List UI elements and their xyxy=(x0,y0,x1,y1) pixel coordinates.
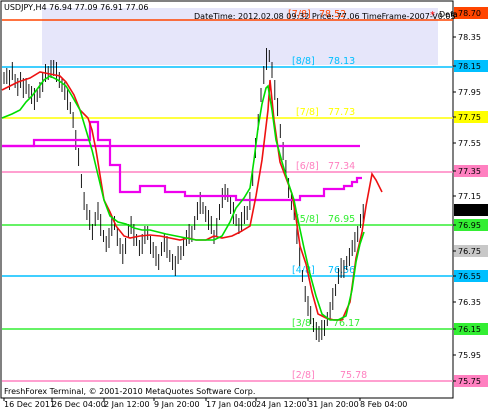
time-tick-label: 2 Jan 12:00 xyxy=(104,400,150,409)
level-value-label: 77.73 xyxy=(328,107,355,118)
copyright-label: FreshForex Terminal, © 2001-2010 MetaQuo… xyxy=(4,387,255,396)
price-tick-label: 78.35 xyxy=(458,33,481,42)
price-tick-label: 77.15 xyxy=(458,192,481,201)
price-tick-label: 75.95 xyxy=(458,351,481,360)
level-fraction-label: [8/8] xyxy=(292,56,315,67)
price-tick-label: 78.70 xyxy=(458,9,481,18)
level-value-label: 77.34 xyxy=(328,161,355,172)
time-tick-label: 16 Dec 2011 xyxy=(4,400,55,409)
level-fraction-label: [7/8] xyxy=(296,107,319,118)
level-fraction-label: [3/8] xyxy=(292,318,315,329)
level-value-label: 78.13 xyxy=(328,56,355,67)
time-tick-label: 8 Feb 04:00 xyxy=(360,400,407,409)
current-price-label: 77.06 xyxy=(458,206,481,215)
level-fraction-label: [6/8] xyxy=(296,161,319,172)
price-tick-label: 76.35 xyxy=(458,298,481,307)
level-value-label: 76.95 xyxy=(328,214,355,225)
time-tick-label: 17 Jan 04:00 xyxy=(206,400,257,409)
star-icon: * xyxy=(430,10,435,21)
level-fraction-label: [4/8] xyxy=(292,265,315,276)
price-tick-label: 75.75 xyxy=(458,377,481,386)
level-value-label: 75.78 xyxy=(340,370,367,381)
price-tick-label: 76.75 xyxy=(458,247,481,256)
price-tick-label: 77.35 xyxy=(458,167,481,176)
price-tick-label: 77.55 xyxy=(458,139,481,148)
price-tick-label: 76.15 xyxy=(458,325,481,334)
datetime-price-info: DateTime: 2012.02.08 09:32 Price: 77.06 … xyxy=(194,12,456,21)
price-tick-label: 76.55 xyxy=(458,272,481,281)
price-chart[interactable]: [7/8] 78.52[8/8] 78.13[7/8] 77.73[6/8] 77.34… xyxy=(0,0,489,411)
price-tick-label: 77.75 xyxy=(458,113,481,122)
time-tick-label: 31 Jan 20:00 xyxy=(308,400,359,409)
price-tick-label: 77.95 xyxy=(458,88,481,97)
info-right-label: Defa xyxy=(439,10,458,19)
time-tick-label: 9 Jan 20:00 xyxy=(154,400,200,409)
time-tick-label: 26 Dec 04:00 xyxy=(52,400,106,409)
price-tick-label: 78.15 xyxy=(458,62,481,71)
level-fraction-label: [2/8] xyxy=(292,370,315,381)
time-axis: 16 Dec 201126 Dec 04:002 Jan 12:00 9 Jan … xyxy=(3,398,407,409)
level-value-label: 76.56 xyxy=(328,265,355,276)
time-tick-label: 24 Jan 12:00 xyxy=(256,400,307,409)
price-tick-label: 76.95 xyxy=(458,221,481,230)
symbol-ohlc-label: USDJPY,H4 76.94 77.09 76.91 77.06 xyxy=(4,3,148,12)
price-axis: 78.70 78.35 78.15 77.95 77.75 77.55 77.35 77.15… xyxy=(453,7,488,387)
